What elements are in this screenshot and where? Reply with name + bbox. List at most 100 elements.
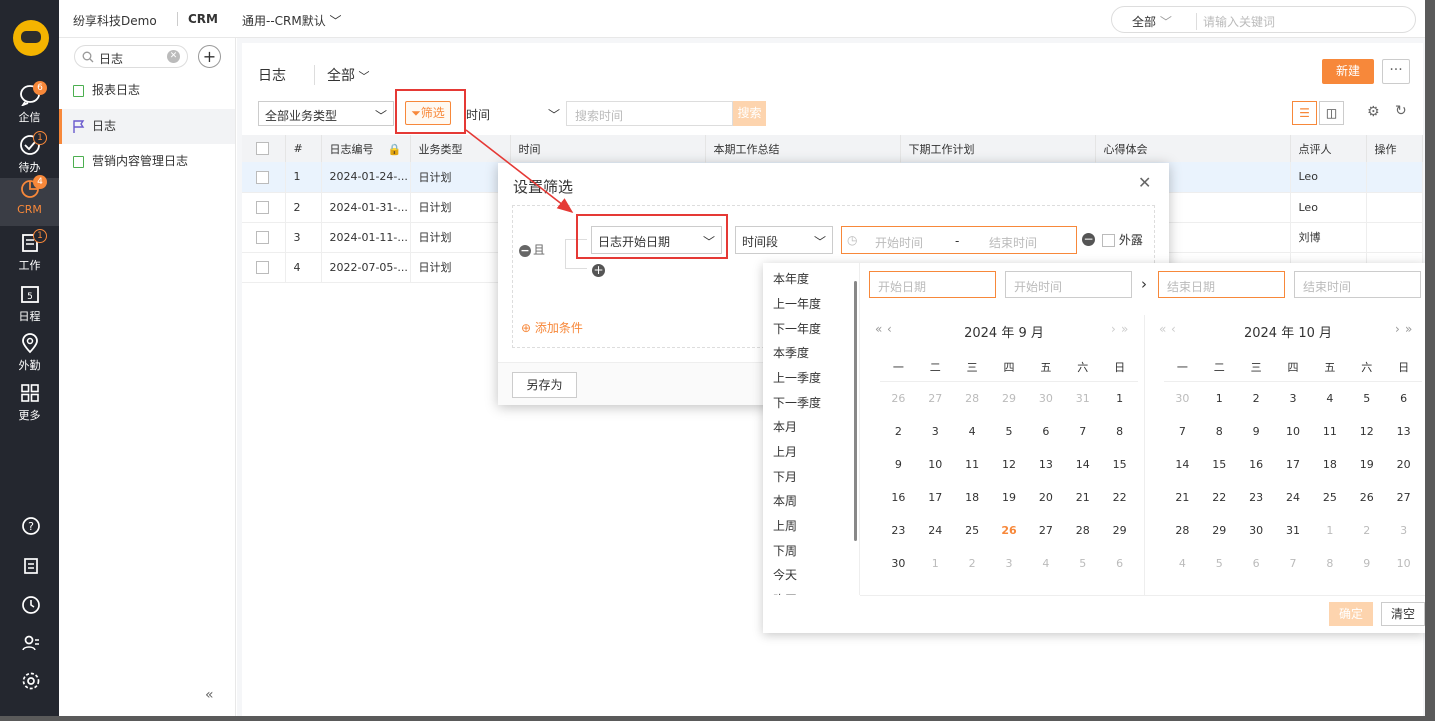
calendar-day[interactable]: 25 [954,524,991,537]
calendar-day[interactable]: 2 [1348,524,1385,537]
end-time-input[interactable]: 结束时间 [1294,271,1421,298]
user-avatar[interactable] [13,20,49,56]
add-subcondition-icon[interactable]: + [592,264,605,277]
search-scope-dropdown[interactable]: 全部 ﹀ [1132,13,1172,30]
calendar-day[interactable]: 13 [1027,458,1064,471]
quick-range-item[interactable]: 上一年度 [773,295,821,312]
quick-range-item[interactable]: 下一年度 [773,320,821,337]
rail-item-schedule[interactable]: 5 日程 [0,283,59,331]
calendar-day[interactable]: 6 [1101,557,1138,570]
calendar-day[interactable]: 2 [1238,392,1275,405]
calendar-day[interactable]: 3 [991,557,1028,570]
calendar-day[interactable]: 31 [1275,524,1312,537]
calendar-day[interactable]: 27 [1027,524,1064,537]
row-checkbox[interactable] [256,200,269,214]
collapse-sidebar-icon[interactable]: « [205,687,214,703]
add-object-button[interactable]: + [198,45,221,68]
calendar-day[interactable]: 7 [1064,425,1101,438]
calendar-day[interactable]: 3 [1385,524,1422,537]
next-month-icon[interactable]: › [1395,322,1400,336]
quick-range-item[interactable]: 下周 [773,542,797,559]
calendar-day[interactable]: 28 [1164,524,1201,537]
calendar-day[interactable]: 4 [1027,557,1064,570]
reviewer-link[interactable]: Leo [1290,192,1367,223]
calendar-day[interactable]: 22 [1101,491,1138,504]
quick-range-item[interactable]: 本月 [773,418,797,435]
calendar-day[interactable]: 21 [1164,491,1201,504]
global-search-input[interactable]: 请输入关键词 [1196,13,1275,30]
calendar-day[interactable]: 5 [991,425,1028,438]
calendar-day[interactable]: 4 [954,425,991,438]
next-year-icon[interactable]: » [1405,322,1412,336]
calendar-day[interactable]: 14 [1164,458,1201,471]
quick-range-item[interactable]: 本周 [773,492,797,509]
calendar-day[interactable]: 8 [1311,557,1348,570]
calendar-day[interactable]: 13 [1385,425,1422,438]
condition-operator-select[interactable]: 时间段 ﹀ [735,226,833,254]
calendar-day[interactable]: 6 [1238,557,1275,570]
calendar-day[interactable]: 14 [1064,458,1101,471]
calendar-day[interactable]: 9 [1348,557,1385,570]
more-button[interactable]: ··· [1382,59,1410,84]
calendar-day[interactable]: 10 [1275,425,1312,438]
quick-range-item[interactable]: 本年度 [773,270,809,287]
start-time-input[interactable]: 开始时间 [1005,271,1132,298]
calendar-day[interactable]: 4 [1311,392,1348,405]
calendar-day[interactable]: 4 [1164,557,1201,570]
calendar-day[interactable]: 26 [880,392,917,405]
calendar-day[interactable]: 9 [880,458,917,471]
start-date-input[interactable]: 开始日期 [869,271,996,298]
calendar-day[interactable]: 26 [1348,491,1385,504]
calendar-day[interactable]: 3 [917,425,954,438]
calendar-day[interactable]: 1 [1101,392,1138,405]
calendar-day[interactable]: 18 [1311,458,1348,471]
calendar-day[interactable]: 16 [880,491,917,504]
calendar-day[interactable]: 1 [1201,392,1238,405]
time-search-input[interactable]: 搜索时间 [566,101,733,126]
calendar-day[interactable]: 5 [1064,557,1101,570]
remove-condition-icon[interactable]: − [1082,233,1095,246]
sidebar-item-log[interactable]: 日志 [59,109,235,144]
and-toggle[interactable]: − 且 [519,241,545,258]
quick-range-item[interactable]: 下月 [773,468,797,485]
column-settings-icon[interactable]: ⚙ [1367,104,1380,120]
calendar-day[interactable]: 16 [1238,458,1275,471]
calendar-day[interactable]: 20 [1027,491,1064,504]
rail-item-todo[interactable]: 待办 1 [0,131,59,182]
calendar-day[interactable]: 19 [991,491,1028,504]
calendar-day[interactable]: 10 [1385,557,1422,570]
refresh-icon[interactable]: ↻ [1395,103,1407,119]
calendar-day[interactable]: 7 [1164,425,1201,438]
log-id-link[interactable]: 2022-07-05-... [321,252,411,283]
calendar-day[interactable]: 15 [1201,458,1238,471]
calendar-day[interactable]: 1 [1311,524,1348,537]
rail-item-work[interactable]: 工作 1 [0,229,59,280]
calendar-day[interactable]: 29 [1201,524,1238,537]
calendar-day[interactable]: 15 [1101,458,1138,471]
calendar-day[interactable]: 22 [1201,491,1238,504]
calendar-day[interactable]: 8 [1101,425,1138,438]
calendar-day[interactable]: 30 [880,557,917,570]
calendar-day[interactable]: 6 [1027,425,1064,438]
contacts-icon[interactable] [21,633,41,653]
calendar-day[interactable]: 8 [1201,425,1238,438]
calendar-day[interactable]: 11 [954,458,991,471]
expose-checkbox[interactable]: 外露 [1102,231,1143,248]
sidebar-search-input[interactable]: 日志 ✕ [74,45,188,68]
rail-item-field[interactable]: 外勤 [0,332,59,380]
calendar-day[interactable]: 21 [1064,491,1101,504]
calendar-day[interactable]: 17 [917,491,954,504]
quick-range-item[interactable]: 上月 [773,443,797,460]
select-all-checkbox[interactable] [256,142,269,156]
calendar-day[interactable]: 7 [1275,557,1312,570]
quick-range-item[interactable]: 今天 [773,566,797,583]
calendar-day[interactable]: 2 [880,425,917,438]
help-icon[interactable]: ? [21,516,41,536]
date-range-input[interactable]: ◷ 开始时间 - 结束时间 [841,226,1077,254]
log-id-link[interactable]: 2024-01-24-... [321,162,411,193]
calendar-day[interactable]: 20 [1385,458,1422,471]
clear-search-icon[interactable]: ✕ [167,50,180,63]
calendar-day[interactable]: 30 [1164,392,1201,405]
calendar-day[interactable]: 5 [1201,557,1238,570]
calendar-day[interactable]: 23 [1238,491,1275,504]
